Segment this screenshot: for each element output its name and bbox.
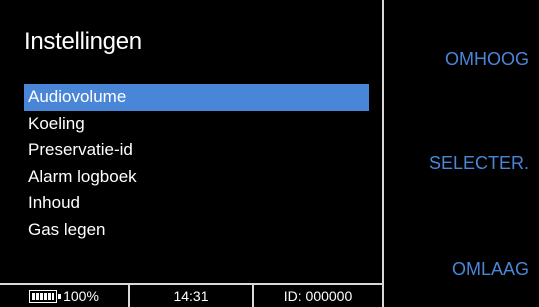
battery-status: 100% (0, 285, 130, 307)
up-softkey[interactable]: OMHOOG (445, 49, 529, 70)
menu-item-gas-legen[interactable]: Gas legen (24, 217, 369, 244)
menu-item-audiovolume[interactable]: Audiovolume (24, 84, 369, 111)
page-title: Instellingen (24, 28, 142, 55)
settings-panel: Instellingen Audiovolume Koeling Preserv… (0, 0, 382, 307)
panel-divider (382, 0, 384, 307)
menu-item-label: Preservatie-id (28, 140, 133, 159)
device-id: ID: 000000 (283, 288, 353, 304)
clock: 14:31 (130, 285, 254, 307)
menu-item-label: Audiovolume (28, 87, 127, 106)
settings-menu: Audiovolume Koeling Preservatie-id Alarm… (24, 84, 369, 243)
menu-item-label: Inhoud (28, 193, 80, 212)
device-screen: Instellingen Audiovolume Koeling Preserv… (0, 0, 539, 307)
battery-fill (32, 293, 55, 300)
battery-percent: 100% (63, 288, 99, 304)
menu-item-alarm-logboek[interactable]: Alarm logboek (24, 164, 369, 191)
down-softkey[interactable]: OMLAAG (452, 259, 529, 280)
menu-item-label: Alarm logboek (28, 166, 137, 186)
select-softkey[interactable]: SELECTER. (429, 153, 529, 174)
menu-item-preservatie-id[interactable]: Preservatie-id (24, 137, 369, 164)
menu-item-koeling[interactable]: Koeling (24, 111, 369, 138)
menu-item-label: Koeling (28, 113, 85, 133)
status-bar: 100% 14:31 ID: 000000 (0, 283, 382, 307)
menu-item-inhoud[interactable]: Inhoud (24, 190, 369, 217)
battery-icon (29, 290, 62, 303)
menu-item-label: Gas legen (28, 219, 106, 239)
